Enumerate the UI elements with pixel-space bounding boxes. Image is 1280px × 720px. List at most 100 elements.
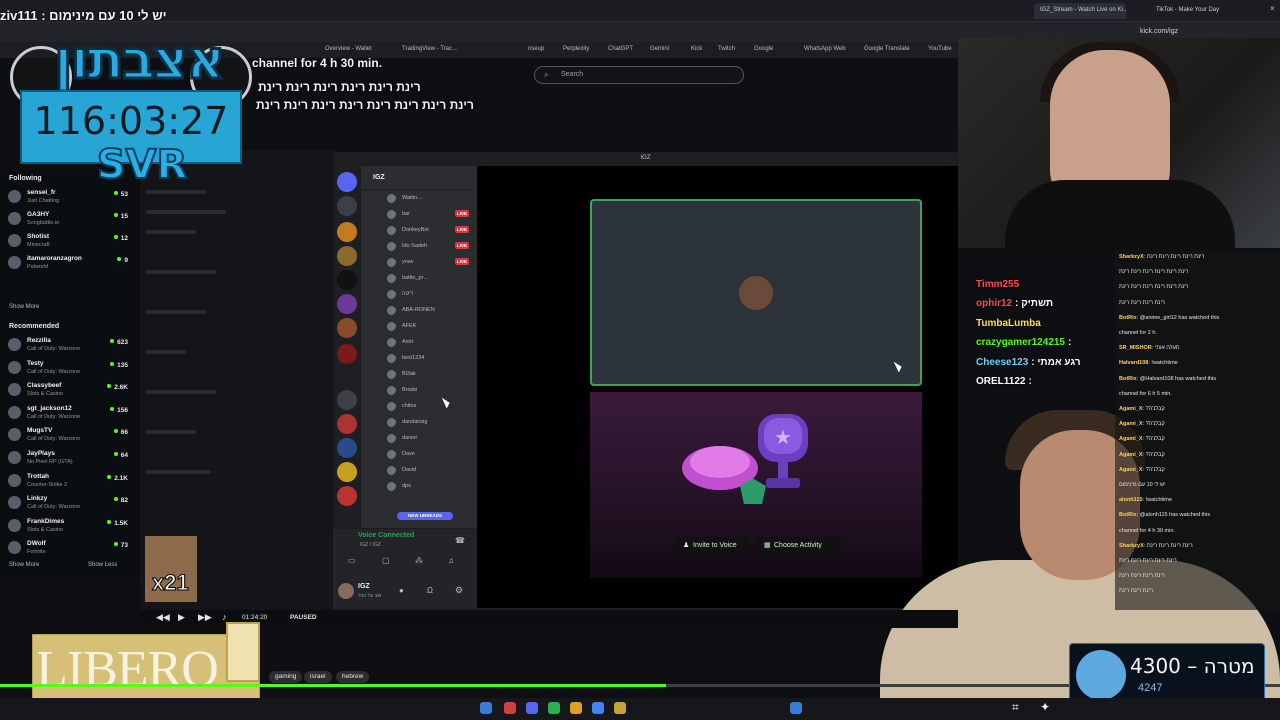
sidebar-channel[interactable]: Classybeef Slots & Casino 2.6K <box>8 381 128 401</box>
bookmark-whatsapp[interactable]: WhatsApp Web <box>804 46 846 52</box>
bookmark-chatgpt[interactable]: ChatGPT <box>608 46 633 52</box>
voice-user[interactable]: dps <box>385 480 475 494</box>
disconnect-icon[interactable]: ☎ <box>455 536 465 545</box>
tag-gaming[interactable]: gaming <box>269 671 303 683</box>
discord-server-header[interactable]: IGZ <box>361 166 477 190</box>
voice-user-name: Bl3ak <box>402 371 416 377</box>
server-icon[interactable] <box>337 222 357 242</box>
bookmark-nseup[interactable]: nseup <box>528 46 544 52</box>
taskbar-app-icon[interactable] <box>790 702 802 714</box>
invite-to-voice-button[interactable]: ♟ Invite to Voice <box>676 537 750 555</box>
sidebar-channel[interactable]: MugsTV Call of Duty: Warzone 66 <box>8 426 128 446</box>
server-icon[interactable] <box>337 414 357 434</box>
bookmark-tradingview[interactable]: TradingView - Trac… <box>402 46 458 52</box>
sidebar-channel[interactable]: sensei_fr Just Chatting 53 <box>8 188 128 208</box>
bookmark-perplexity[interactable]: Perplexity <box>563 46 589 52</box>
close-icon[interactable]: × <box>1270 4 1275 13</box>
crop-icon[interactable]: ⌗ <box>1012 700 1019 715</box>
voice-user[interactable]: bar LIVE <box>385 208 475 222</box>
screenshare-icon[interactable]: ▢ <box>382 556 390 565</box>
bookmark-kick[interactable]: Kick <box>691 46 702 52</box>
bookmark-overview[interactable]: Overview - Wallet <box>325 46 372 52</box>
avatar <box>387 466 396 475</box>
sidebar-channel[interactable]: FrankDimes Slots & Casino 1.5K <box>8 517 128 537</box>
bookmark-youtube[interactable]: YouTube <box>928 46 952 52</box>
sidebar-channel[interactable]: Rezzilla Call of Duty: Warzone 623 <box>8 336 128 356</box>
video-icon[interactable]: ▭ <box>348 556 356 565</box>
taskbar-app-icon[interactable] <box>526 702 538 714</box>
voice-user[interactable]: besi1234 <box>385 352 475 366</box>
sidebar-channel[interactable]: Shotist Minecraft 12 <box>8 232 128 252</box>
activities-icon[interactable]: ⁂ <box>415 556 423 565</box>
voice-user[interactable]: DonkeyBoi LIVE <box>385 224 475 238</box>
server-icon[interactable] <box>337 462 357 482</box>
sidebar-channel[interactable]: GA3HY Songbattle.io 15 <box>8 210 128 230</box>
tab-igz-stream[interactable]: IGZ_Stream - Watch Live on Ki… <box>1034 3 1126 19</box>
bookmark-google[interactable]: Google <box>754 46 773 52</box>
server-icon[interactable] <box>337 486 357 506</box>
server-icon[interactable] <box>337 270 357 290</box>
voice-user[interactable]: David <box>385 464 475 478</box>
voice-user-name: besi1234 <box>402 355 425 361</box>
voice-user[interactable]: Ido Sadeh LIVE <box>385 240 475 254</box>
taskbar-app-icon[interactable] <box>614 702 626 714</box>
show-more-recommended[interactable]: Show More <box>9 562 39 568</box>
taskbar-app-icon[interactable] <box>548 702 560 714</box>
server-icon[interactable] <box>337 294 357 314</box>
bookmark-gemini[interactable]: Gemini <box>650 46 669 52</box>
show-more-following[interactable]: Show More <box>9 304 39 310</box>
voice-user[interactable]: Bl3ak <box>385 368 475 382</box>
sidebar-channel[interactable]: Trottah Counter-Strike 2 2.1K <box>8 472 128 492</box>
sparkle-icon[interactable]: ✦ <box>1040 700 1050 714</box>
server-icon[interactable] <box>337 438 357 458</box>
play-icon[interactable]: ▶ <box>178 612 185 623</box>
voice-user[interactable]: Waitin… <box>385 192 475 206</box>
channel-category: Counter-Strike 2 <box>27 481 68 488</box>
server-icon[interactable] <box>337 246 357 266</box>
server-icon[interactable] <box>337 344 357 364</box>
server-icon[interactable] <box>337 196 357 216</box>
tag-hebrew[interactable]: hebrew <box>336 671 370 683</box>
mute-icon[interactable]: ♪ <box>222 612 227 622</box>
show-less-recommended[interactable]: Show Less <box>88 562 117 568</box>
voice-user[interactable]: chitos <box>385 400 475 414</box>
tab-tiktok[interactable]: TikTok - Make Your Day <box>1150 3 1242 19</box>
sidebar-channel[interactable]: itamaroranzagron Palworld 9 <box>8 254 128 274</box>
voice-user[interactable]: ABA-RONEN <box>385 304 475 318</box>
soundboard-icon[interactable]: ♫ <box>448 556 454 565</box>
tag-israel[interactable]: israel <box>304 671 332 683</box>
sidebar-channel[interactable]: JayPlays No Pixel RP (GTA) 64 <box>8 449 128 469</box>
server-icon[interactable] <box>337 318 357 338</box>
voice-user[interactable]: dandansig <box>385 416 475 430</box>
taskbar-app-icon[interactable] <box>480 702 492 714</box>
avatar <box>387 258 396 267</box>
voice-user[interactable]: AFEK <box>385 320 475 334</box>
voice-user[interactable]: yoav LIVE <box>385 256 475 270</box>
forward-icon[interactable]: ▶▶ <box>198 612 212 623</box>
sidebar-channel[interactable]: DWolf Fortnite 73 <box>8 539 128 559</box>
taskbar-app-icon[interactable] <box>504 702 516 714</box>
search-input[interactable]: ⌕ Search <box>534 66 744 84</box>
sidebar-channel[interactable]: Testy Call of Duty: Warzone 135 <box>8 359 128 379</box>
voice-user[interactable]: battle_pr… <box>385 272 475 286</box>
voice-user[interactable]: daniel <box>385 432 475 446</box>
avatar[interactable] <box>338 583 354 599</box>
gear-icon[interactable]: ⚙ <box>455 585 463 596</box>
voice-user[interactable]: Broski <box>385 384 475 398</box>
bookmark-translate[interactable]: Google Translate <box>864 46 910 52</box>
voice-user[interactable]: Dave <box>385 448 475 462</box>
sidebar-channel[interactable]: Linkzy Call of Duty: Warzone 82 <box>8 494 128 514</box>
new-unreads-badge[interactable]: NEW UNREADS <box>397 512 453 520</box>
taskbar-app-icon[interactable] <box>570 702 582 714</box>
voice-user[interactable]: Amit <box>385 336 475 350</box>
headphones-icon[interactable]: Ω <box>427 586 433 595</box>
microphone-icon[interactable]: ● <box>399 586 404 595</box>
sidebar-channel[interactable]: sgt_jackson12 Call of Duty: Warzone 156 <box>8 404 128 424</box>
rewind-icon[interactable]: ◀◀ <box>156 612 170 623</box>
server-icon[interactable] <box>337 390 357 410</box>
voice-user[interactable]: ריטה <box>385 288 475 302</box>
discord-home-icon[interactable] <box>337 172 357 192</box>
bookmark-twitch[interactable]: Twitch <box>718 46 735 52</box>
taskbar-app-icon[interactable] <box>592 702 604 714</box>
choose-activity-button[interactable]: ▦ Choose Activity <box>757 537 841 555</box>
